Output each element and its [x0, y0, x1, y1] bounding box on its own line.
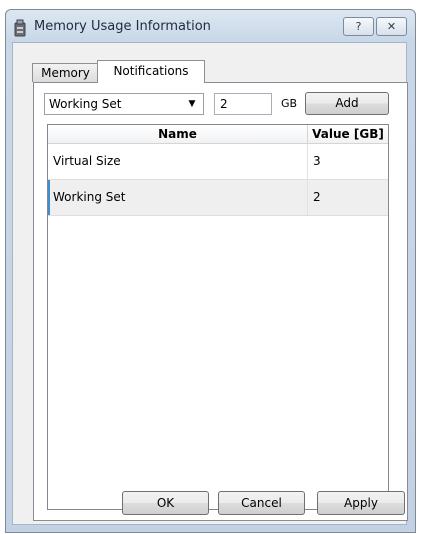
tab-memory[interactable]: Memory: [32, 63, 99, 82]
tab-notifications[interactable]: Notifications: [97, 60, 205, 83]
notifications-table[interactable]: Name Value [GB] Virtual Size 3 Working S…: [47, 124, 389, 510]
unit-label: GB: [281, 97, 298, 110]
help-icon: ?: [355, 20, 362, 33]
add-button[interactable]: Add: [305, 92, 389, 115]
counter-select[interactable]: Working Set ▼: [44, 93, 204, 115]
cell-value: 2: [313, 190, 321, 204]
table-row[interactable]: Virtual Size 3: [48, 144, 388, 180]
help-button[interactable]: ?: [343, 17, 374, 36]
column-header-name[interactable]: Name: [48, 125, 308, 143]
close-button[interactable]: ✕: [376, 17, 407, 36]
cell-name: Virtual Size: [48, 144, 308, 179]
cell-value: 3: [313, 154, 321, 168]
threshold-input[interactable]: [214, 93, 272, 115]
table-row[interactable]: Working Set 2: [48, 180, 388, 216]
app-icon: [14, 19, 26, 37]
table-header: Name Value [GB]: [48, 125, 388, 144]
title-bar[interactable]: Memory Usage Information ? ✕: [6, 10, 415, 44]
cancel-button[interactable]: Cancel: [218, 491, 305, 515]
window-title: Memory Usage Information: [34, 19, 211, 34]
notifications-panel: Working Set ▼ GB Add Name Value [GB] Vir…: [33, 82, 408, 521]
column-header-value[interactable]: Value [GB]: [308, 125, 388, 143]
ok-button[interactable]: OK: [122, 491, 209, 515]
dropdown-arrow-icon: ▼: [188, 99, 196, 109]
counter-select-value: Working Set: [49, 97, 122, 111]
apply-button[interactable]: Apply: [317, 491, 405, 515]
cell-name: Working Set: [48, 180, 308, 215]
close-icon: ✕: [386, 20, 397, 33]
